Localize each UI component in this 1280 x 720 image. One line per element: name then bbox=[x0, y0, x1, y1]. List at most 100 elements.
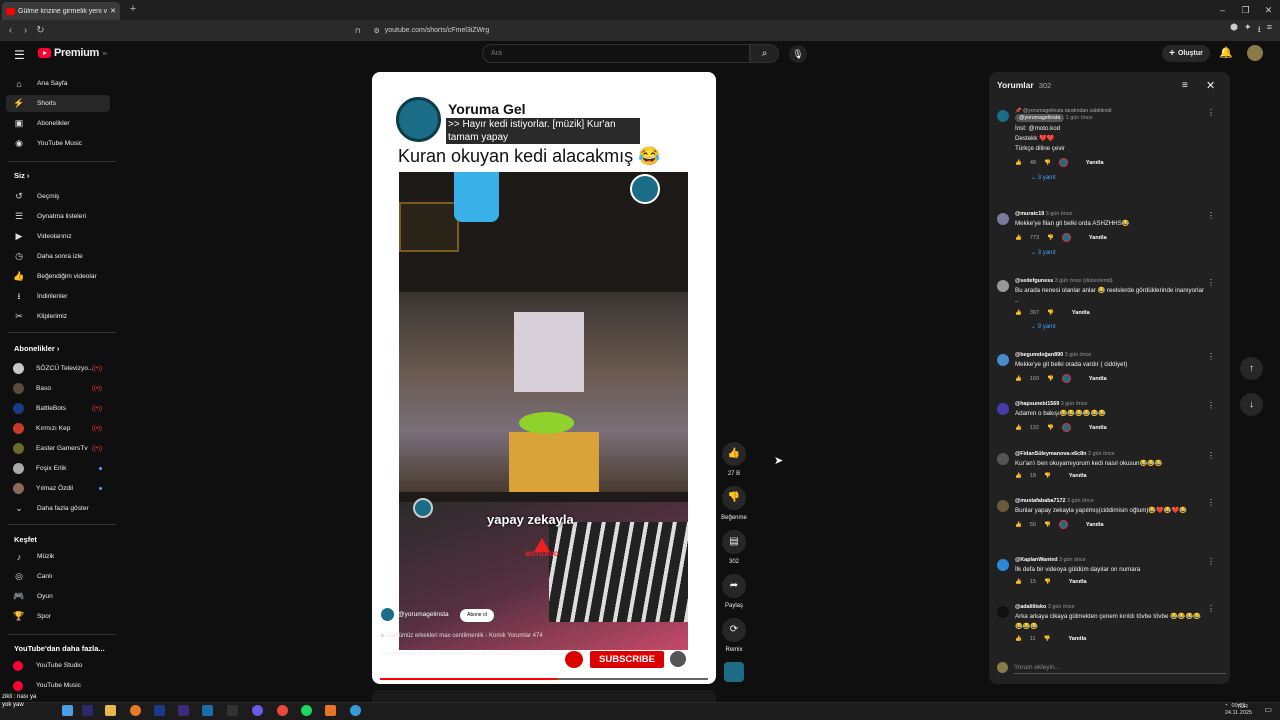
video-channel-handle[interactable]: @yorumagelinsta bbox=[398, 611, 449, 618]
sidebar-item-abonelikler[interactable]: ▣ Abonelikler bbox=[6, 115, 110, 132]
hamburger-menu-icon[interactable]: ☰ bbox=[14, 48, 25, 62]
remix-button[interactable]: ⟳ Remix bbox=[720, 618, 748, 653]
previous-short-button[interactable]: ↑ bbox=[1240, 357, 1263, 380]
comment-author-avatar[interactable] bbox=[997, 280, 1009, 292]
notifications-bell-icon[interactable]: 🔔 bbox=[1219, 46, 1233, 59]
comment-more-icon[interactable]: ⋮ bbox=[1207, 108, 1215, 117]
after-effects-icon[interactable] bbox=[178, 705, 189, 716]
reply-button[interactable]: Yanıtla bbox=[1069, 473, 1087, 479]
folder-icon[interactable] bbox=[105, 705, 116, 716]
view-replies-button[interactable]: ⌄ 9 yanıt bbox=[1031, 323, 1205, 330]
clock[interactable]: 00:09 24.11.2025 bbox=[1225, 703, 1252, 717]
section-heading-explore[interactable]: Keşfet bbox=[14, 535, 37, 544]
comment-author[interactable]: @FidanSüleymanova-x6c8n bbox=[1015, 451, 1086, 457]
comments-button[interactable]: ▤ 302 bbox=[720, 530, 748, 565]
comment-time[interactable]: 3 gün önce bbox=[1048, 604, 1075, 610]
comment-like-icon[interactable]: 👍 bbox=[1015, 636, 1022, 642]
video-playlist-link[interactable]: ▶ Günümüz erkekleri max centilmenlik - K… bbox=[381, 632, 543, 639]
comment-author-avatar[interactable] bbox=[997, 559, 1009, 571]
comment-dislike-icon[interactable]: 👎 bbox=[1044, 522, 1051, 528]
sidebar-item-canl-[interactable]: ◎ Canlı bbox=[6, 568, 110, 585]
comment-dislike-icon[interactable]: 👎 bbox=[1044, 636, 1051, 642]
sidebar-item-spor[interactable]: 🏆 Spor bbox=[6, 608, 110, 625]
notification-center-icon[interactable]: ▭ bbox=[1264, 705, 1272, 714]
comment-author[interactable]: @mustafababa7172 bbox=[1015, 498, 1066, 504]
premiere-icon[interactable] bbox=[82, 705, 93, 716]
sidebar-item-youtube-music[interactable]: YouTube Music bbox=[6, 677, 110, 694]
sidebar-item-oyun[interactable]: 🎮 Oyun bbox=[6, 588, 110, 605]
sidebar-item-k-rm-z-kep[interactable]: Kırmızı Kep ((•)) bbox=[6, 420, 110, 437]
sidebar-item-battlebots[interactable]: BattleBots ((•)) bbox=[6, 400, 110, 417]
comment-more-icon[interactable]: ⋮ bbox=[1207, 557, 1215, 566]
comment-dislike-icon[interactable]: 👎 bbox=[1044, 473, 1051, 479]
comment-author-avatar[interactable] bbox=[997, 500, 1009, 512]
account-avatar[interactable] bbox=[1247, 45, 1263, 61]
reply-button[interactable]: Yanıtla bbox=[1089, 376, 1107, 382]
app-icon[interactable] bbox=[227, 705, 238, 716]
extension-icon[interactable]: ⬢ bbox=[1230, 22, 1238, 38]
sidebar-item-ge-mi-[interactable]: ↺ Geçmiş bbox=[6, 188, 110, 205]
close-comments-icon[interactable]: ✕ bbox=[1206, 79, 1215, 92]
like-button[interactable]: 👍 27 B bbox=[720, 442, 748, 477]
comment-time[interactable]: 3 gün önce bbox=[1046, 211, 1073, 217]
sound-channel-thumb[interactable] bbox=[724, 662, 744, 682]
comment-dislike-icon[interactable]: 👎 bbox=[1044, 579, 1051, 585]
reply-button[interactable]: Yanıtla bbox=[1086, 160, 1104, 166]
comment-time[interactable]: 3 gün önce bbox=[1059, 557, 1086, 563]
comment-like-icon[interactable]: 👍 bbox=[1015, 235, 1022, 241]
comment-dislike-icon[interactable]: 👎 bbox=[1047, 376, 1054, 382]
comment-more-icon[interactable]: ⋮ bbox=[1207, 498, 1215, 507]
section-heading-subscriptions[interactable]: Abonelikler › bbox=[14, 344, 59, 353]
site-info-icon[interactable]: ⚙ bbox=[373, 27, 379, 35]
edge-icon[interactable] bbox=[350, 705, 361, 716]
video-channel-avatar[interactable] bbox=[381, 608, 394, 621]
voice-search-button[interactable]: 🎙 bbox=[789, 45, 807, 63]
sidebar-item-fo-ix-erlik[interactable]: Foşix Erlik bbox=[6, 460, 110, 477]
comment-like-icon[interactable]: 👍 bbox=[1015, 473, 1022, 479]
comment-dislike-icon[interactable]: 👎 bbox=[1044, 160, 1051, 166]
comment-dislike-icon[interactable]: 👎 bbox=[1047, 425, 1054, 431]
comment-more-icon[interactable]: ⋮ bbox=[1207, 401, 1215, 410]
comment-like-icon[interactable]: 👍 bbox=[1015, 425, 1022, 431]
sidebar-item-i-ndirilenler[interactable]: ⭳ İndirilenler bbox=[6, 288, 110, 305]
comment-like-icon[interactable]: 👍 bbox=[1015, 310, 1022, 316]
dislike-button[interactable]: 👎 Beğenme bbox=[720, 486, 748, 521]
sidebar-item-easter-gamerstv[interactable]: Easter GamersTv ((•)) bbox=[6, 440, 110, 457]
url-field[interactable]: ⊓ ⚙ youtube.com/shorts/cFmel3iZWrg bbox=[355, 23, 910, 38]
view-replies-button[interactable]: ⌄ 3 yanıt bbox=[1031, 249, 1205, 256]
search-input[interactable]: Ara bbox=[482, 44, 750, 63]
sidebar-item-shorts[interactable]: ⚡ Shorts bbox=[6, 95, 110, 112]
puzzle-icon[interactable]: ✦ bbox=[1244, 22, 1252, 38]
reply-button[interactable]: Yanıtla bbox=[1089, 425, 1107, 431]
back-icon[interactable]: ‹ bbox=[3, 25, 18, 36]
comment-author[interactable]: @yorumagelinsta bbox=[1015, 114, 1065, 122]
comment-author-avatar[interactable] bbox=[997, 453, 1009, 465]
browser-menu-icon[interactable]: ≡ bbox=[1267, 22, 1272, 38]
section-heading-more-from-youtube[interactable]: YouTube'dan daha fazla... bbox=[14, 644, 105, 653]
comment-like-icon[interactable]: 👍 bbox=[1015, 160, 1022, 166]
reply-button[interactable]: Yanıtla bbox=[1089, 235, 1107, 241]
download-icon[interactable]: ⭳ bbox=[1258, 22, 1261, 38]
reload-icon[interactable]: ↻ bbox=[33, 25, 48, 36]
comment-author-avatar[interactable] bbox=[997, 403, 1009, 415]
photoshop-icon[interactable] bbox=[154, 705, 165, 716]
reply-button[interactable]: Yanıtla bbox=[1068, 636, 1086, 642]
sidebar-item-daha-sonra-izle[interactable]: ◷ Daha sonra izle bbox=[6, 248, 110, 265]
comment-more-icon[interactable]: ⋮ bbox=[1207, 604, 1215, 613]
new-tab-button[interactable]: + bbox=[127, 3, 139, 17]
sidebar-item-youtube-studio[interactable]: YouTube Studio bbox=[6, 657, 110, 674]
minimize-button[interactable]: – bbox=[1211, 0, 1234, 20]
section-heading-you[interactable]: Siz › bbox=[14, 171, 29, 180]
steam-icon[interactable] bbox=[202, 705, 213, 716]
close-window-button[interactable]: ✕ bbox=[1257, 0, 1280, 20]
bookmark-icon[interactable]: ⊓ bbox=[355, 27, 360, 35]
comment-author-avatar[interactable] bbox=[997, 213, 1009, 225]
create-button[interactable]: + Oluştur bbox=[1162, 45, 1210, 62]
discord-icon[interactable] bbox=[252, 705, 263, 716]
sort-icon[interactable]: ≡ bbox=[1182, 80, 1188, 91]
add-comment-row[interactable]: Yorum ekleyin... bbox=[997, 660, 1225, 674]
maximize-button[interactable]: ❐ bbox=[1234, 0, 1257, 20]
comment-more-icon[interactable]: ⋮ bbox=[1207, 451, 1215, 460]
comment-like-icon[interactable]: 👍 bbox=[1015, 522, 1022, 528]
firefox-icon[interactable] bbox=[130, 705, 141, 716]
